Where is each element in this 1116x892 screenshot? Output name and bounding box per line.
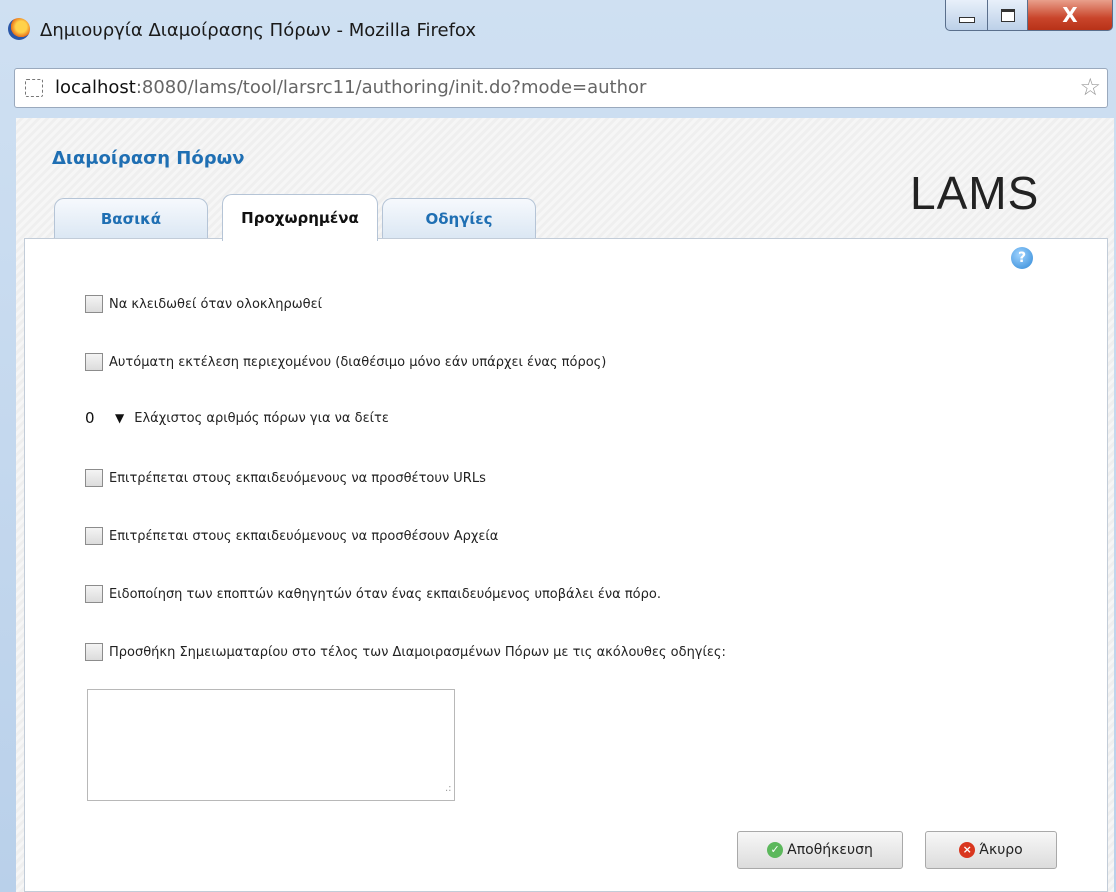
min-resources-label: Ελάχιστος αριθμός πόρων για να δείτε (134, 410, 389, 426)
add-notebook-checkbox[interactable] (85, 643, 103, 661)
page-title: Διαμοίραση Πόρων (52, 148, 245, 169)
option-label: Ειδοποίηση των εποπτών καθηγητών όταν έν… (109, 586, 661, 602)
minimize-icon (959, 17, 975, 23)
option-auto-run[interactable]: Αυτόματη εκτέλεση περιεχομένου (διαθέσιμ… (85, 353, 606, 371)
option-notify-teachers[interactable]: Ειδοποίηση των εποπτών καθηγητών όταν έν… (85, 585, 661, 603)
advanced-panel: ? Να κλειδωθεί όταν ολοκληρωθεί Αυτόματη… (24, 238, 1108, 892)
dropdown-arrow-icon[interactable]: ▼ (115, 411, 124, 425)
min-resources-select[interactable]: 0 ▼ Ελάχιστος αριθμός πόρων για να δείτε (85, 409, 389, 427)
url-host: localhost (55, 77, 136, 98)
url-text[interactable]: localhost:8080/lams/tool/larsrc11/author… (55, 77, 646, 98)
cancel-label: Άκυρο (979, 842, 1023, 858)
maximize-button[interactable] (987, 0, 1029, 31)
option-label: Προσθήκη Σημειωματαρίου στο τέλος των Δι… (109, 644, 726, 660)
close-button[interactable]: X (1027, 0, 1113, 31)
option-lock-on-finish[interactable]: Να κλειδωθεί όταν ολοκληρωθεί (85, 295, 322, 313)
tab-basic[interactable]: Βασικά (54, 198, 208, 239)
auto-run-checkbox[interactable] (85, 353, 103, 371)
allow-urls-checkbox[interactable] (85, 469, 103, 487)
option-add-notebook[interactable]: Προσθήκη Σημειωματαρίου στο τέλος των Δι… (85, 643, 726, 661)
close-icon: X (1062, 3, 1078, 27)
cancel-x-icon: × (959, 842, 976, 858)
cancel-button[interactable]: × Άκυρο (925, 831, 1057, 869)
url-path: :8080/lams/tool/larsrc11/authoring/init.… (135, 77, 647, 98)
option-label: Αυτόματη εκτέλεση περιεχομένου (διαθέσιμ… (109, 354, 607, 370)
maximize-icon (1001, 8, 1015, 22)
page-content: Διαμοίραση Πόρων LAMS Βασικά Προχωρημένα… (16, 118, 1114, 892)
save-button[interactable]: ✓ Αποθήκευση (737, 831, 903, 869)
notebook-instructions-textarea[interactable] (87, 689, 455, 801)
tab-advanced[interactable]: Προχωρημένα (222, 194, 378, 241)
tab-instructions[interactable]: Οδηγίες (382, 198, 536, 239)
min-resources-value[interactable]: 0 (85, 409, 115, 427)
option-label: Επιτρέπεται στους εκπαιδευόμενους να προ… (109, 470, 486, 486)
option-allow-files[interactable]: Επιτρέπεται στους εκπαιδευόμενους να προ… (85, 527, 498, 545)
window-title: Δημιουργία Διαμοίρασης Πόρων - Mozilla F… (40, 20, 477, 41)
resize-grip-icon[interactable]: .: (445, 783, 452, 794)
minimize-button[interactable] (945, 0, 989, 31)
option-label: Να κλειδωθεί όταν ολοκληρωθεί (109, 296, 323, 312)
option-allow-urls[interactable]: Επιτρέπεται στους εκπαιδευόμενους να προ… (85, 469, 486, 487)
lams-logo: LAMS (910, 167, 1040, 219)
title-bar: Δημιουργία Διαμοίρασης Πόρων - Mozilla F… (0, 0, 1116, 60)
check-icon: ✓ (767, 842, 784, 858)
address-bar[interactable]: localhost:8080/lams/tool/larsrc11/author… (14, 68, 1108, 108)
firefox-icon (8, 18, 30, 40)
site-identity-icon[interactable] (25, 79, 43, 97)
bookmark-star-icon[interactable]: ☆ (1079, 73, 1101, 101)
option-label: Επιτρέπεται στους εκπαιδευόμενους να προ… (109, 528, 499, 544)
allow-files-checkbox[interactable] (85, 527, 103, 545)
save-label: Αποθήκευση (787, 842, 873, 858)
lock-on-finish-checkbox[interactable] (85, 295, 103, 313)
notify-teachers-checkbox[interactable] (85, 585, 103, 603)
help-icon[interactable]: ? (1011, 247, 1033, 269)
browser-window: Δημιουργία Διαμοίρασης Πόρων - Mozilla F… (0, 0, 1116, 892)
